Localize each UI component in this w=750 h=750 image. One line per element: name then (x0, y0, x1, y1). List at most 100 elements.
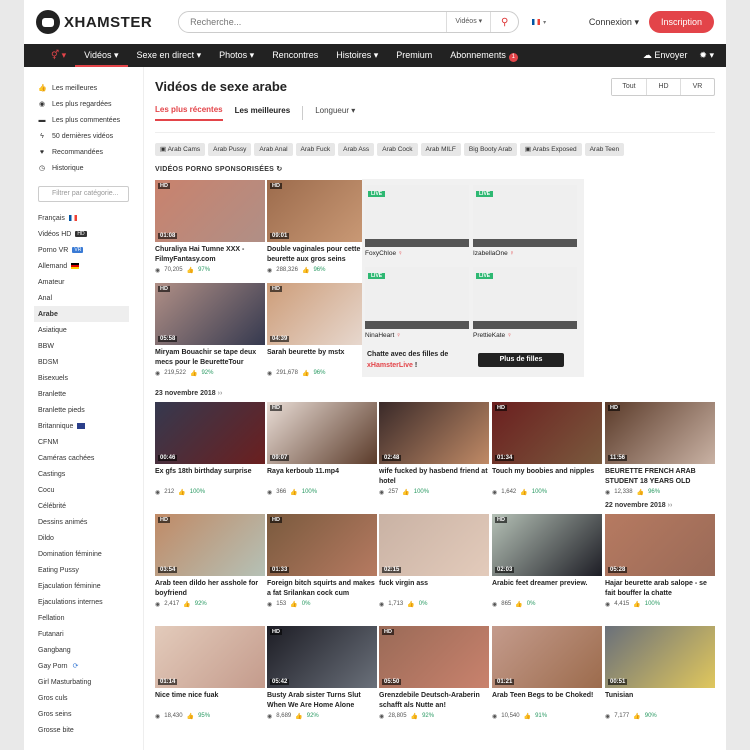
video-title[interactable]: Double vaginales pour cette beurette aux… (267, 245, 377, 265)
video-thumbnail[interactable]: 01:21 (492, 626, 602, 688)
video-title[interactable]: Grenzdebile Deutsch-Araberin schafft als… (379, 691, 489, 711)
live-model-card[interactable]: LIVE IzabellaOne ♀ (473, 185, 577, 257)
live-model-card[interactable]: LIVE NinaHeart ♀ (365, 267, 469, 339)
video-thumbnail[interactable]: HD 01:33 (267, 514, 377, 576)
tag-chip[interactable]: Arab Ass (338, 143, 375, 156)
video-card[interactable]: HD 01:08 Churaliya Hai Tumne XXX - Filmy… (155, 180, 265, 274)
nav-live[interactable]: Sexe en direct ▾ (128, 44, 211, 67)
video-title[interactable]: Arab teen dildo her asshole for boyfrien… (155, 579, 265, 599)
category-item[interactable]: CFNM (34, 434, 129, 450)
category-item[interactable]: Branlette (34, 386, 129, 402)
live-model-card[interactable]: LIVE PrettieKate ♀ (473, 267, 577, 339)
video-title[interactable]: Raya kerboub 11.mp4 (267, 467, 377, 487)
tag-chip[interactable]: Big Booty Arab (463, 143, 517, 156)
live-model-name[interactable]: FoxyChloe ♀ (365, 250, 469, 257)
video-thumbnail[interactable]: 05:28 (605, 514, 715, 576)
category-item[interactable]: Allemand (34, 258, 129, 274)
video-title[interactable]: BEURETTE FRENCH ARAB STUDENT 18 YEARS OL… (605, 467, 715, 487)
video-thumbnail[interactable]: HD 01:34 (492, 402, 602, 464)
more-girls-button[interactable]: Plus de filles (478, 353, 564, 367)
refresh-icon[interactable]: ↻ (276, 166, 282, 173)
video-title[interactable]: Sarah beurette by mstx (267, 348, 377, 368)
video-title[interactable]: Busty Arab sister Turns Slut When We Are… (267, 691, 377, 711)
category-item[interactable]: BBW (34, 338, 129, 354)
upload-button[interactable]: ☁ Envoyer (643, 50, 688, 61)
tag-chip[interactable]: Arab Fuck (295, 143, 336, 156)
tag-chip[interactable]: ▣ Arabs Exposed (519, 143, 582, 156)
video-title[interactable]: Tunisian (605, 691, 715, 711)
nav-videos[interactable]: Vidéos ▾ (75, 44, 128, 67)
video-thumbnail[interactable]: HD 05:42 (267, 626, 377, 688)
video-title[interactable]: Arab Teen Begs to be Choked! (492, 691, 602, 711)
login-button[interactable]: Connexion ▾ (589, 17, 639, 28)
category-item[interactable]: Vidéos HD HD (34, 226, 129, 242)
filter-vr[interactable]: VR (680, 79, 714, 95)
category-item[interactable]: BDSM (34, 354, 129, 370)
tag-chip[interactable]: ▣ Arab Cams (155, 143, 206, 156)
category-item[interactable]: Gros seins (34, 706, 129, 722)
nav-subscriptions[interactable]: Abonnements 1 (441, 44, 527, 67)
video-card[interactable]: HD 01:33 Foreign bitch squirts and makes… (267, 514, 377, 608)
video-thumbnail[interactable]: 00:51 (605, 626, 715, 688)
category-item[interactable]: Dildo (34, 530, 129, 546)
video-thumbnail[interactable]: HD 09:01 (267, 180, 377, 242)
category-item[interactable]: Arabe (34, 306, 129, 322)
category-item[interactable]: Grosse bite (34, 722, 129, 738)
search-type-select[interactable]: Vidéos ▾ (446, 12, 490, 32)
video-thumbnail[interactable]: HD 09:07 (267, 402, 377, 464)
category-item[interactable]: Cocu (34, 482, 129, 498)
sidebar-link[interactable]: ▬ Les plus commentées (38, 112, 129, 128)
live-model-name[interactable]: PrettieKate ♀ (473, 332, 577, 339)
category-item[interactable]: Gay Porn ⟳ (34, 658, 129, 674)
video-card[interactable]: HD 04:39 Sarah beurette by mstx ◉ 291,678… (267, 283, 377, 377)
flag-fr-icon[interactable] (532, 19, 541, 25)
video-title[interactable]: Miryam Bouachir se tape deux mecs pour l… (155, 348, 265, 368)
video-thumbnail[interactable]: 00:46 (155, 402, 265, 464)
video-title[interactable]: fuck virgin ass (379, 579, 489, 599)
category-item[interactable]: Eating Pussy (34, 562, 129, 578)
category-item[interactable]: Girl Masturbating (34, 674, 129, 690)
video-card[interactable]: HD 02:03 Arabic feet dreamer preview. ◉ 8… (492, 514, 602, 608)
category-item[interactable]: Anal (34, 290, 129, 306)
video-card[interactable]: HD 05:58 Miryam Bouachir se tape deux me… (155, 283, 265, 377)
video-title[interactable]: Churaliya Hai Tumne XXX - FilmyFantasy.c… (155, 245, 265, 265)
category-item[interactable]: Ejaculation féminine (34, 578, 129, 594)
length-dropdown[interactable]: Longueur ▾ (302, 106, 355, 120)
video-card[interactable]: 00:46 Ex gfs 18th birthday surprise ◉ 212… (155, 402, 265, 496)
video-title[interactable]: Ex gfs 18th birthday surprise (155, 467, 265, 487)
gender-icon[interactable]: ⚥ ▾ (42, 44, 75, 67)
video-card[interactable]: 01:14 Nice time nice fuak ◉ 18,430 👍 95% (155, 626, 265, 720)
category-item[interactable]: Britannique (34, 418, 129, 434)
video-thumbnail[interactable]: HD 01:08 (155, 180, 265, 242)
sidebar-link[interactable]: ◉ Les plus regardées (38, 96, 129, 112)
video-card[interactable]: 01:21 Arab Teen Begs to be Choked! ◉ 10,5… (492, 626, 602, 720)
live-thumbnail[interactable]: LIVE (365, 267, 469, 329)
category-item[interactable]: Domination féminine (34, 546, 129, 562)
logo[interactable]: XHAMSTER (36, 10, 152, 34)
video-title[interactable]: Hajar beurette arab salope - se fait bou… (605, 579, 715, 599)
category-item[interactable]: Asiatique (34, 322, 129, 338)
tag-chip[interactable]: Arab MILF (420, 143, 461, 156)
video-card[interactable]: HD 01:34 Touch my boobies and nipples ◉ 1… (492, 402, 602, 496)
video-card[interactable]: HD 03:54 Arab teen dildo her asshole for… (155, 514, 265, 608)
category-item[interactable]: Porno VR VR (34, 242, 129, 258)
category-item[interactable]: Caméras cachées (34, 450, 129, 466)
nav-dating[interactable]: Rencontres (263, 44, 327, 67)
category-item[interactable]: Français (34, 210, 129, 226)
video-thumbnail[interactable]: HD 03:54 (155, 514, 265, 576)
video-title[interactable]: wife fucked by hasbend friend at hotel (379, 467, 489, 487)
live-model-name[interactable]: IzabellaOne ♀ (473, 250, 577, 257)
category-item[interactable]: Célébrité (34, 498, 129, 514)
video-title[interactable]: Nice time nice fuak (155, 691, 265, 711)
search-input[interactable] (179, 17, 447, 27)
search-button[interactable]: ⚲ (490, 12, 518, 32)
video-thumbnail[interactable]: 02:48 (379, 402, 489, 464)
tab-best[interactable]: Les meilleures (235, 106, 291, 120)
filter-hd[interactable]: HD (646, 79, 680, 95)
category-item[interactable]: Branlette pieds (34, 402, 129, 418)
tag-chip[interactable]: Arab Pussy (208, 143, 252, 156)
video-thumbnail[interactable]: 01:14 (155, 626, 265, 688)
video-card[interactable]: 00:51 Tunisian ◉ 7,177 👍 90% (605, 626, 715, 720)
nav-premium[interactable]: Premium (387, 44, 441, 67)
tag-chip[interactable]: Arab Anal (254, 143, 293, 156)
